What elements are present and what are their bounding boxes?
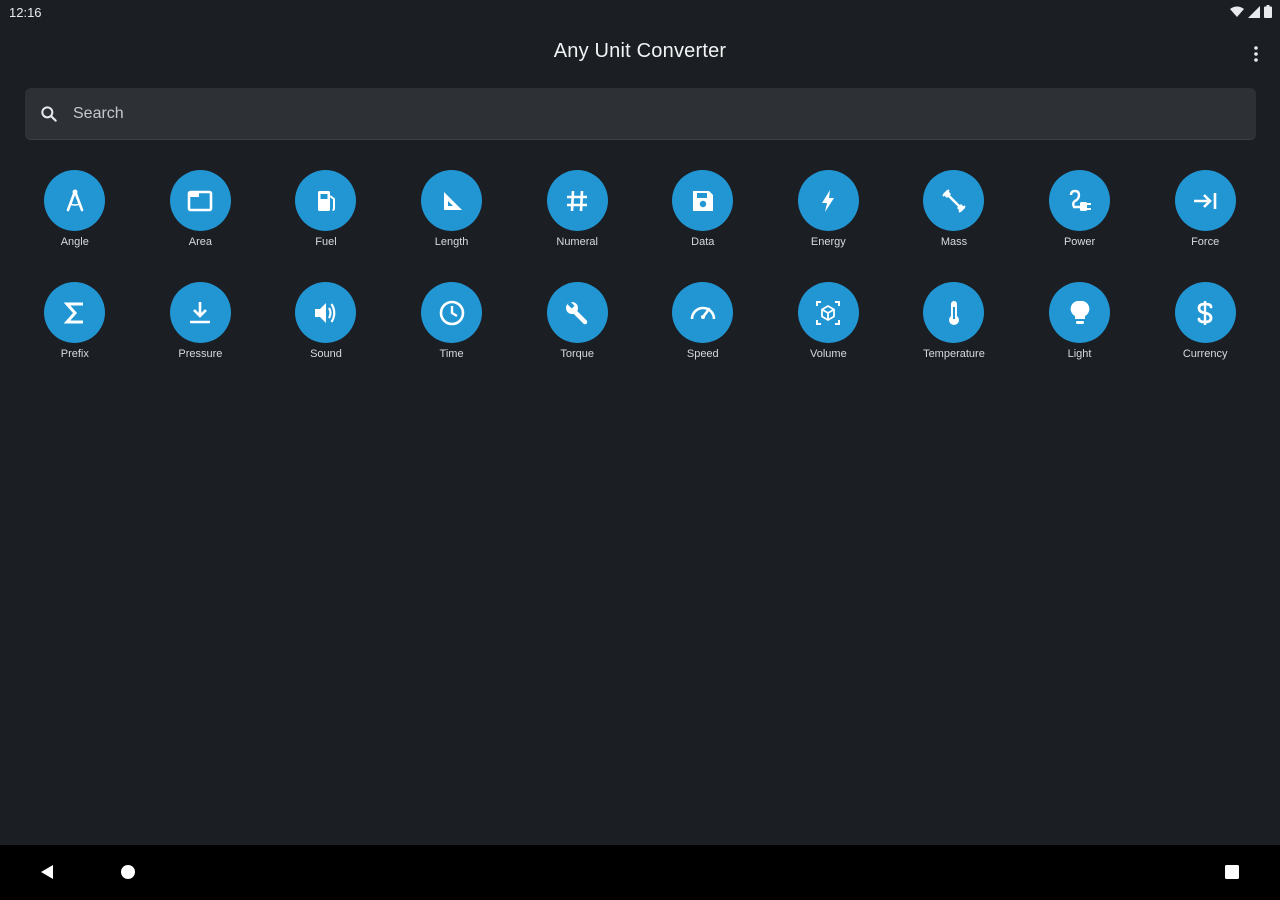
category-energy[interactable]: Energy [766, 170, 892, 248]
area-icon [169, 170, 231, 231]
category-label: Volume [810, 348, 847, 360]
torque-icon [546, 282, 608, 343]
battery-icon [1264, 5, 1272, 18]
data-icon [672, 170, 734, 231]
overflow-menu-button[interactable] [1244, 40, 1268, 68]
category-length[interactable]: Length [389, 170, 515, 248]
category-label: Force [1191, 236, 1220, 248]
power-icon [1049, 170, 1111, 231]
category-label: Fuel [315, 236, 337, 248]
category-time[interactable]: Time [389, 282, 515, 360]
mass-icon [923, 170, 985, 231]
pressure-icon [169, 282, 231, 343]
status-time: 12:16 [9, 5, 42, 20]
energy-icon [797, 170, 859, 231]
category-area[interactable]: Area [138, 170, 264, 248]
category-label: Power [1063, 236, 1096, 248]
category-light[interactable]: Light [1017, 282, 1143, 360]
numeral-icon [546, 170, 608, 231]
app-title: Any Unit Converter [553, 40, 727, 62]
category-label: Currency [1182, 348, 1228, 360]
category-currency[interactable]: Currency [1142, 282, 1268, 360]
category-label: Data [691, 236, 715, 248]
search-input[interactable] [71, 103, 1225, 124]
more-vert-icon [1254, 46, 1258, 62]
fuel-icon [295, 170, 357, 231]
wifi-icon [1230, 6, 1244, 17]
category-numeral[interactable]: Numeral [514, 170, 640, 248]
volume-icon [797, 282, 859, 343]
category-label: Mass [940, 236, 968, 248]
length-icon [421, 170, 483, 231]
category-sound[interactable]: Sound [263, 282, 389, 360]
category-label: Numeral [556, 236, 598, 248]
time-icon [421, 282, 483, 343]
category-label: Area [188, 236, 213, 248]
category-mass[interactable]: Mass [891, 170, 1017, 248]
status-bar: 12:16 [0, 0, 1280, 26]
search-bar[interactable] [25, 88, 1256, 139]
search-icon [41, 105, 57, 122]
system-nav-bar [0, 845, 1280, 900]
back-icon[interactable] [38, 863, 56, 881]
app-bar: Any Unit Converter [0, 26, 1280, 82]
category-label: Length [434, 236, 469, 248]
category-label: Light [1067, 348, 1092, 360]
temperature-icon [923, 282, 985, 343]
home-icon[interactable] [120, 864, 136, 880]
category-label: Angle [60, 236, 89, 248]
status-icons [1230, 5, 1272, 18]
category-grid: Angle Area Fuel Length Numeral Data Ener… [12, 170, 1268, 360]
category-speed[interactable]: Speed [640, 282, 766, 360]
category-angle[interactable]: Angle [12, 170, 138, 248]
category-force[interactable]: Force [1142, 170, 1268, 248]
category-prefix[interactable]: Prefix [12, 282, 138, 360]
angle-icon [44, 170, 106, 231]
light-icon [1049, 282, 1111, 343]
category-label: Prefix [60, 348, 89, 360]
category-temperature[interactable]: Temperature [891, 282, 1017, 360]
force-icon [1174, 170, 1236, 231]
currency-icon [1174, 282, 1236, 343]
category-label: Torque [560, 348, 594, 360]
recents-icon[interactable] [1224, 864, 1240, 880]
category-fuel[interactable]: Fuel [263, 170, 389, 248]
sound-icon [295, 282, 357, 343]
category-volume[interactable]: Volume [766, 282, 892, 360]
category-label: Temperature [923, 348, 985, 360]
category-label: Time [439, 348, 464, 360]
category-label: Sound [310, 348, 342, 360]
category-pressure[interactable]: Pressure [138, 282, 264, 360]
category-data[interactable]: Data [640, 170, 766, 248]
category-label: Speed [686, 348, 719, 360]
signal-icon [1248, 5, 1260, 18]
prefix-icon [44, 282, 106, 343]
category-label: Pressure [178, 348, 223, 360]
speed-icon [672, 282, 734, 343]
category-power[interactable]: Power [1017, 170, 1143, 248]
category-label: Energy [810, 236, 846, 248]
category-torque[interactable]: Torque [514, 282, 640, 360]
